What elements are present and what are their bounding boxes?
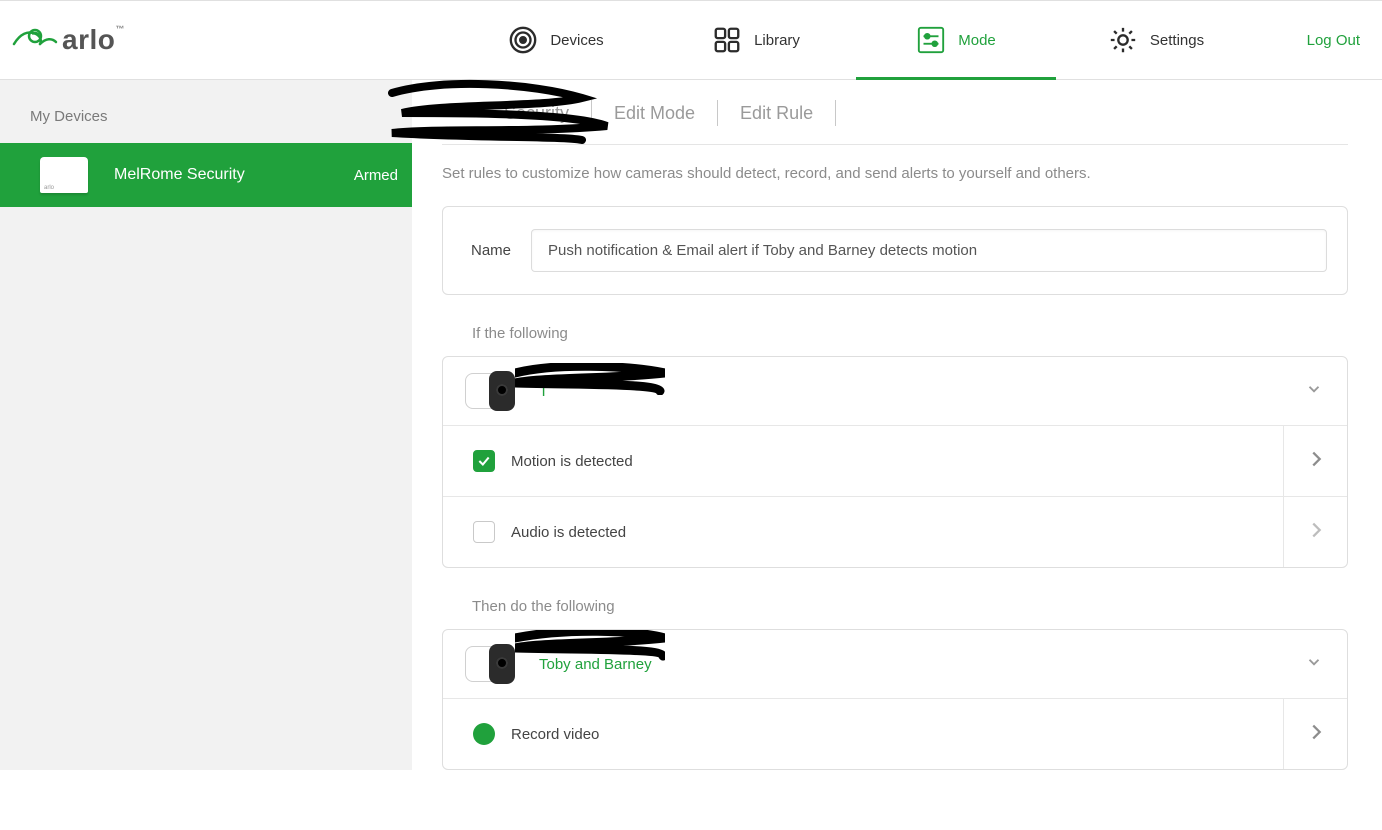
record-settings-arrow[interactable] [1283, 699, 1347, 769]
nav-library[interactable]: Library [656, 1, 856, 79]
sidebar-device-name: MelRome Security [114, 166, 354, 184]
record-option-row[interactable]: Record video [443, 698, 1347, 769]
sidebar-device-row[interactable]: MelRome Security Armed [0, 143, 412, 207]
arlo-logo-icon [10, 14, 58, 66]
motion-checkbox[interactable] [473, 450, 495, 472]
main-nav: Devices Library Mode [330, 1, 1382, 79]
camera-icon [465, 371, 515, 411]
settings-icon [1108, 25, 1138, 55]
sidebar-heading: My Devices [0, 108, 412, 125]
breadcrumb-edit-rule: Edit Rule [718, 100, 836, 126]
mode-icon [916, 25, 946, 55]
chevron-right-icon [1305, 448, 1327, 474]
motion-label: Motion is detected [511, 453, 1283, 470]
then-camera-name: Toby and Barney [539, 656, 652, 673]
devices-icon [508, 25, 538, 55]
motion-settings-arrow[interactable] [1283, 426, 1347, 496]
chevron-right-icon [1305, 519, 1327, 545]
nav-settings-label: Settings [1150, 32, 1204, 49]
if-camera-selector[interactable]: T [443, 357, 1347, 425]
chevron-down-icon [1305, 653, 1323, 675]
breadcrumb-edit-mode[interactable]: Edit Mode [592, 100, 718, 126]
then-camera-selector[interactable]: Toby and Barney [443, 630, 1347, 698]
audio-settings-arrow[interactable] [1283, 497, 1347, 567]
main-content: Security Edit Mode Edit Rule Set rules t… [412, 80, 1382, 830]
basestation-icon [40, 157, 88, 193]
brand-logo[interactable]: arlo™ [0, 1, 330, 79]
rule-name-label: Name [471, 242, 531, 259]
library-icon [712, 25, 742, 55]
nav-devices[interactable]: Devices [456, 1, 656, 79]
audio-checkbox[interactable] [473, 521, 495, 543]
then-device-card: Toby and Barney Record video [442, 629, 1348, 770]
nav-mode-label: Mode [958, 32, 996, 49]
chevron-right-icon [1305, 721, 1327, 747]
nav-devices-label: Devices [550, 32, 603, 49]
breadcrumb-root[interactable]: Security [442, 100, 592, 126]
if-heading: If the following [472, 325, 1348, 342]
audio-label: Audio is detected [511, 524, 1283, 541]
nav-library-label: Library [754, 32, 800, 49]
nav-settings[interactable]: Settings [1056, 1, 1256, 79]
sidebar-device-status: Armed [354, 167, 398, 184]
logout-link[interactable]: Log Out [1307, 1, 1360, 79]
top-nav: arlo™ Devices Library [0, 0, 1382, 80]
camera-icon [465, 644, 515, 684]
rules-description: Set rules to customize how cameras shoul… [442, 165, 1348, 182]
breadcrumb: Security Edit Mode Edit Rule [442, 100, 1348, 145]
if-device-card: T Motion is detected [442, 356, 1348, 568]
rule-name-card: Name [442, 206, 1348, 295]
if-camera-name: T [539, 383, 548, 400]
motion-option-row[interactable]: Motion is detected [443, 425, 1347, 496]
chevron-down-icon [1305, 380, 1323, 402]
brand-name: arlo™ [62, 24, 125, 56]
nav-mode[interactable]: Mode [856, 1, 1056, 79]
rule-name-input[interactable] [531, 229, 1327, 272]
sidebar: My Devices MelRome Security Armed [0, 80, 412, 770]
redaction-scribble [515, 363, 665, 395]
record-label: Record video [511, 726, 1283, 743]
then-heading: Then do the following [472, 598, 1348, 615]
record-radio[interactable] [473, 723, 495, 745]
audio-option-row[interactable]: Audio is detected [443, 496, 1347, 567]
